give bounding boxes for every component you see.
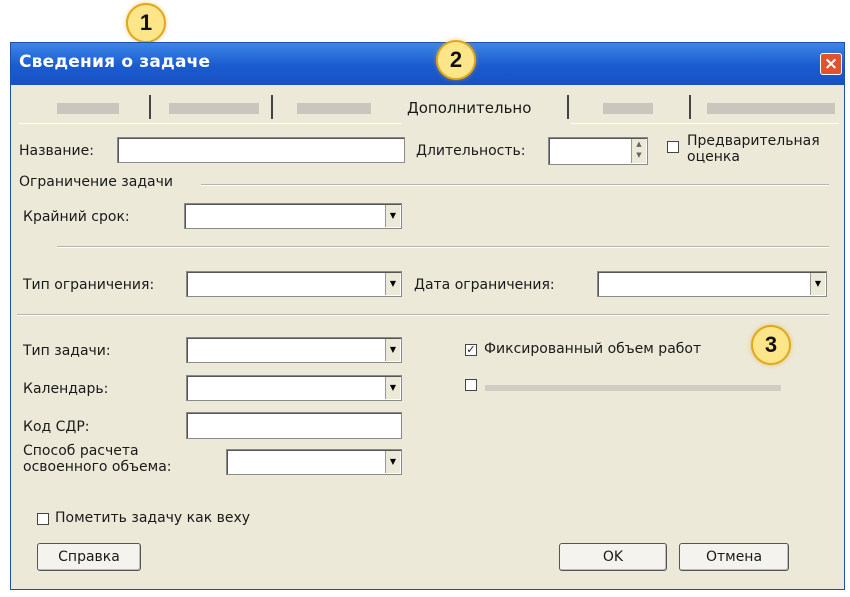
tab-separator [149, 95, 151, 119]
chevron-down-icon[interactable]: ▼ [385, 273, 400, 295]
tab-advanced-label: Дополнительно [407, 99, 532, 117]
wbs-label: Код СДР: [23, 419, 90, 435]
callout-1: 1 [126, 3, 166, 43]
constraint-date-dropdown[interactable]: ▼ [597, 271, 827, 297]
cancel-button[interactable]: Отмена [679, 543, 789, 571]
duration-label: Длительность: [416, 143, 526, 159]
dialog-title: Сведения о задаче [19, 52, 211, 72]
hidden-option-checkbox[interactable] [465, 379, 477, 391]
constraint-group-label: Ограничение задачи [19, 174, 173, 190]
estimate-label-line2: оценка [687, 149, 740, 165]
title-bar: Сведения о задаче × [11, 43, 844, 85]
name-label: Название: [19, 143, 94, 159]
help-button[interactable]: Справка [37, 543, 141, 571]
tab-separator [689, 95, 691, 119]
divider [17, 314, 829, 316]
earned-value-label-line1: Способ расчета [23, 443, 139, 459]
tab-custom-fields[interactable] [707, 103, 835, 114]
close-icon[interactable]: × [820, 53, 842, 75]
tab-predecessors[interactable] [169, 103, 259, 114]
constraint-type-label: Тип ограничения: [23, 277, 155, 293]
spin-down-icon[interactable]: ▼ [632, 150, 646, 161]
chevron-down-icon[interactable]: ▼ [385, 205, 400, 227]
tab-resources[interactable] [297, 103, 371, 114]
chevron-down-icon[interactable]: ▼ [385, 451, 400, 473]
earned-value-method-dropdown[interactable]: ▼ [226, 449, 402, 475]
callout-3: 3 [751, 325, 791, 365]
tab-separator [567, 95, 569, 119]
effort-driven-label: Фиксированный объем работ [484, 341, 702, 357]
milestone-label: Пометить задачу как веху [55, 510, 251, 526]
earned-value-label: Способ расчета освоенного объема: [23, 443, 172, 475]
task-type-dropdown[interactable]: ▼ [186, 337, 402, 363]
divider [57, 246, 829, 248]
duration-spinner[interactable]: ▲ ▼ [548, 137, 648, 165]
spin-up-icon[interactable]: ▲ [632, 139, 646, 150]
calendar-dropdown[interactable]: ▼ [186, 375, 402, 401]
deadline-dropdown[interactable]: ▼ [184, 203, 402, 229]
deadline-label: Крайний срок: [23, 209, 130, 225]
milestone-checkbox[interactable] [37, 513, 49, 525]
callout-2: 2 [436, 40, 476, 80]
estimate-label: Предварительная оценка [687, 133, 820, 165]
tab-general[interactable] [57, 103, 119, 114]
tab-advanced[interactable]: Дополнительно [401, 95, 571, 125]
tab-separator [271, 95, 273, 119]
tab-notes[interactable] [603, 103, 653, 114]
group-divider [201, 184, 829, 186]
chevron-down-icon[interactable]: ▼ [385, 339, 400, 361]
constraint-type-dropdown[interactable]: ▼ [186, 271, 402, 297]
spin-arrows-icon[interactable]: ▲ ▼ [631, 139, 646, 163]
tab-strip: Дополнительно [19, 91, 839, 125]
hidden-option-label [485, 385, 781, 391]
task-type-label: Тип задачи: [23, 343, 111, 359]
name-input[interactable] [117, 137, 405, 163]
earned-value-label-line2: освоенного объема: [23, 459, 172, 475]
constraint-date-label: Дата ограничения: [414, 277, 555, 293]
wbs-input[interactable] [186, 412, 402, 439]
chevron-down-icon[interactable]: ▼ [810, 273, 825, 295]
estimate-checkbox[interactable] [667, 141, 679, 153]
estimate-label-line1: Предварительная [687, 133, 820, 149]
calendar-label: Календарь: [23, 381, 109, 397]
chevron-down-icon[interactable]: ▼ [385, 377, 400, 399]
effort-driven-checkbox[interactable]: ✓ [465, 344, 477, 356]
ok-button[interactable]: OK [559, 543, 667, 571]
task-information-dialog: Сведения о задаче × Дополнительно Назван… [10, 42, 845, 590]
